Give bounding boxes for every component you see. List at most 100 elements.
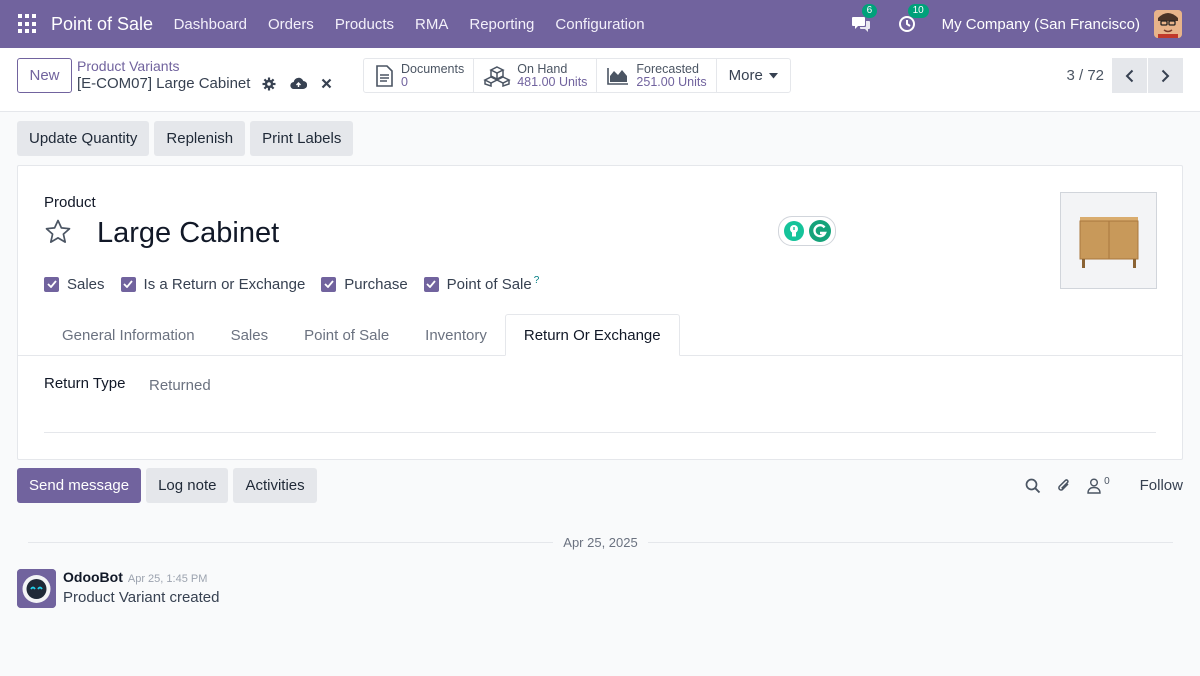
more-dropdown[interactable]: More [717, 59, 790, 92]
header-actions: Update Quantity Replenish Print Labels [17, 121, 354, 156]
followers-count: 0 [1104, 476, 1110, 487]
cabinet-image [1079, 216, 1138, 268]
grammarly-g-icon [808, 220, 831, 242]
check-icon [44, 276, 59, 292]
point-of-sale-label-text: Point of Sale [446, 276, 532, 293]
help-tooltip[interactable]: ? [534, 275, 540, 286]
on-hand-label: On Hand [517, 61, 568, 76]
user-avatar[interactable] [1154, 10, 1182, 38]
close-icon[interactable] [321, 78, 332, 89]
product-name-field[interactable]: Large Cabinet [97, 217, 279, 250]
send-message-button[interactable]: Send message [17, 468, 142, 503]
favorite-toggle[interactable] [44, 218, 72, 250]
gear-icon[interactable] [262, 77, 276, 91]
product-label: Product [44, 194, 96, 211]
control-panel: New Product Variants [E-COM07] Large Cab… [0, 48, 1200, 112]
chevron-left-icon [1125, 69, 1134, 82]
point-of-sale-checkbox-label: Point of Sale? [447, 275, 540, 293]
on-hand-smart-button[interactable]: On Hand 481.00 Units [474, 59, 598, 92]
activities-button[interactable]: Activities [233, 468, 317, 503]
forecasted-smart-button[interactable]: Forecasted 251.00 Units [597, 59, 717, 92]
nav-configuration[interactable]: Configuration [545, 16, 655, 33]
followers-button[interactable]: 0 [1087, 476, 1110, 494]
forecasted-label: Forecasted [636, 61, 699, 76]
search-icon[interactable] [1025, 478, 1041, 494]
chevron-right-icon [1161, 69, 1170, 82]
chatter-message: OdooBot Apr 25, 1:45 PM Product Variant … [17, 569, 219, 608]
app-title[interactable]: Point of Sale [51, 14, 153, 35]
point-of-sale-checkbox[interactable]: Point of Sale? [423, 275, 540, 293]
check-icon [120, 276, 136, 292]
more-label: More [728, 67, 763, 84]
return-type-field[interactable]: Returned [149, 377, 211, 394]
field-divider [44, 432, 1156, 433]
messages-button[interactable]: 6 [850, 4, 878, 35]
messages-badge: 6 [861, 4, 878, 18]
smart-buttons: Documents 0 On Hand 481.00 Units Forecas… [363, 58, 791, 93]
activities-button[interactable]: 10 [896, 4, 929, 35]
tab-return-or-exchange[interactable]: Return Or Exchange [504, 314, 680, 356]
cloud-upload-icon[interactable] [290, 77, 308, 90]
nav-orders[interactable]: Orders [257, 16, 324, 33]
message-body: Product Variant created [63, 589, 220, 606]
form-sheet: Product Large Cabinet Sales Is a Return … [17, 165, 1183, 460]
activities-badge: 10 [907, 4, 929, 18]
tab-sales[interactable]: Sales [213, 314, 287, 356]
separator-line [28, 541, 554, 543]
tab-general-information[interactable]: General Information [44, 314, 213, 356]
print-labels-button[interactable]: Print Labels [250, 121, 354, 156]
nav-reporting[interactable]: Reporting [459, 16, 545, 33]
top-navbar: Point of Sale Dashboard Orders Products … [0, 0, 1200, 48]
date-separator: Apr 25, 2025 [28, 534, 1174, 550]
nav-dashboard[interactable]: Dashboard [163, 16, 257, 33]
follow-button[interactable]: Follow [1140, 477, 1183, 494]
sales-checkbox[interactable]: Sales [44, 275, 105, 293]
pager-next-button[interactable] [1148, 58, 1183, 93]
notebook-tabs: General Information Sales Point of Sale … [18, 314, 1182, 356]
chatter-tools: 0 Follow [1025, 468, 1183, 503]
grammarly-widget[interactable] [778, 216, 836, 246]
date-separator-text: Apr 25, 2025 [563, 534, 638, 550]
tab-inventory[interactable]: Inventory [407, 314, 505, 356]
documents-value: 0 [401, 74, 408, 89]
area-chart-icon [607, 67, 629, 85]
breadcrumb-current: [E-COM07] Large Cabinet [77, 75, 251, 92]
cubes-icon [483, 65, 511, 87]
nav-rma[interactable]: RMA [405, 16, 459, 33]
document-icon [376, 64, 393, 87]
return-type-label: Return Type [44, 375, 126, 392]
user-icon [1087, 478, 1101, 494]
new-button[interactable]: New [17, 58, 72, 93]
nav-products[interactable]: Products [324, 16, 404, 33]
apps-icon[interactable] [18, 14, 38, 34]
company-switcher[interactable]: My Company (San Francisco) [942, 16, 1140, 33]
separator-line [647, 541, 1174, 543]
breadcrumb-parent[interactable]: Product Variants [77, 58, 332, 75]
product-image[interactable] [1060, 192, 1157, 289]
forecasted-value: 251.00 Units [636, 74, 707, 89]
odoobot-avatar[interactable] [17, 569, 56, 608]
pager-previous-button[interactable] [1112, 58, 1147, 93]
paperclip-icon[interactable] [1055, 477, 1073, 495]
purchase-checkbox[interactable]: Purchase [321, 275, 408, 293]
message-time: Apr 25, 1:45 PM [127, 573, 208, 585]
product-options: Sales Is a Return or Exchange Purchase P… [44, 275, 539, 293]
sales-checkbox-label: Sales [67, 275, 105, 293]
log-note-button[interactable]: Log note [146, 468, 229, 503]
return-exchange-checkbox-label: Is a Return or Exchange [143, 275, 306, 293]
documents-smart-button[interactable]: Documents 0 [364, 59, 475, 92]
check-icon [423, 276, 439, 292]
lightbulb-icon [783, 221, 804, 241]
caret-down-icon [768, 72, 778, 78]
replenish-button[interactable]: Replenish [154, 121, 246, 156]
return-exchange-checkbox[interactable]: Is a Return or Exchange [120, 275, 306, 293]
pager: 3 / 72 [1066, 58, 1200, 93]
documents-label: Documents [401, 61, 465, 76]
update-quantity-button[interactable]: Update Quantity [17, 121, 150, 156]
tab-point-of-sale[interactable]: Point of Sale [286, 314, 407, 356]
pager-value[interactable]: 3 / 72 [1066, 67, 1104, 84]
message-author[interactable]: OdooBot [63, 569, 123, 585]
breadcrumb: Product Variants [E-COM07] Large Cabinet [77, 58, 332, 92]
on-hand-value: 481.00 Units [517, 74, 588, 89]
star-icon [45, 219, 71, 243]
